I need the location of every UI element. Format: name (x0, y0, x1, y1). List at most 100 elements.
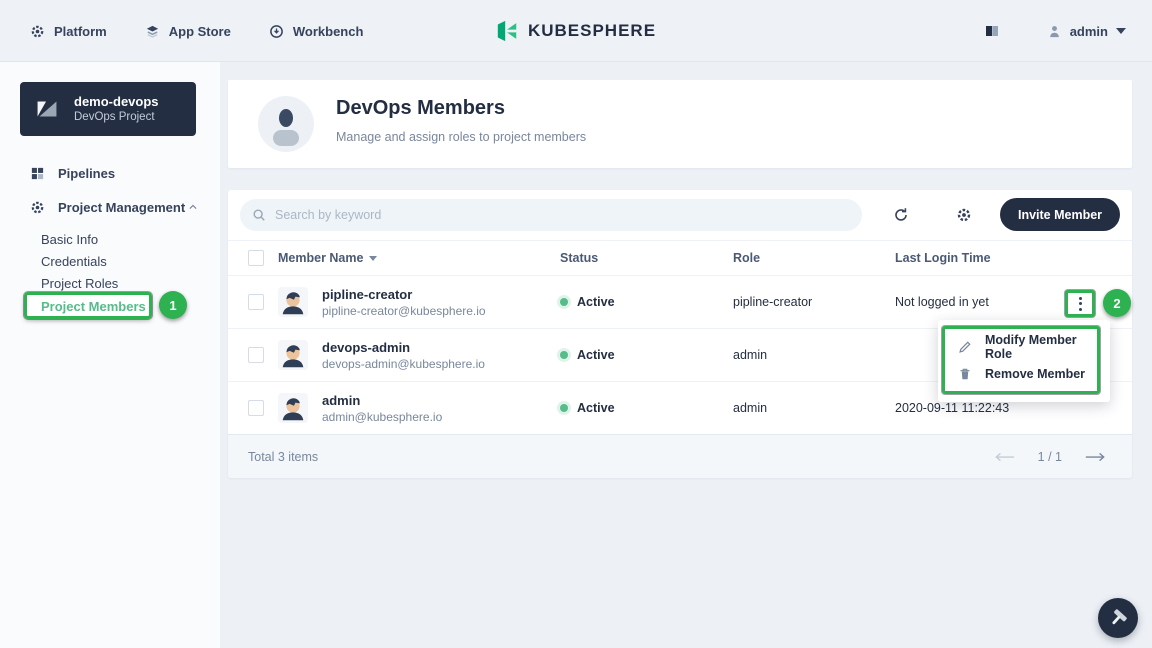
member-cell[interactable]: pipline-creator pipline-creator@kubesphe… (278, 286, 560, 319)
column-member-name[interactable]: Member Name (278, 251, 560, 265)
member-name: pipline-creator (322, 286, 486, 303)
member-cell[interactable]: admin admin@kubesphere.io (278, 392, 560, 425)
row-checkbox[interactable] (248, 400, 264, 416)
project-info: demo-devops DevOps Project (74, 93, 159, 125)
member-identity: admin admin@kubesphere.io (322, 392, 442, 425)
kubesphere-logo[interactable]: KUBESPHERE (496, 0, 656, 62)
subitem-label: Project Roles (41, 276, 118, 291)
member-name: admin (322, 392, 442, 409)
settings-gear-icon[interactable] (956, 207, 972, 223)
role-cell: admin (733, 348, 895, 362)
sidebar-subitem-credentials[interactable]: Credentials (0, 250, 220, 272)
avatar (278, 287, 308, 317)
row-checkbox[interactable] (248, 294, 264, 310)
toolbox-fab-button[interactable] (1098, 598, 1138, 638)
pipelines-icon (30, 166, 45, 181)
sort-caret-icon (369, 256, 377, 261)
avatar (278, 393, 308, 423)
role-cell: pipline-creator (733, 295, 895, 309)
gear-icon (30, 200, 45, 215)
top-nav-right: admin (983, 0, 1126, 62)
column-label: Role (733, 251, 760, 265)
top-nav-left: Platform App Store Workbench (30, 0, 363, 62)
nav-platform[interactable]: Platform (30, 24, 107, 39)
next-page-icon[interactable] (1084, 451, 1106, 463)
annotation-badge-2: 2 (1103, 289, 1131, 317)
toolbar: Invite Member (228, 190, 1132, 240)
row-actions-menu: Modify Member Role Remove Member (938, 320, 1110, 402)
status-badge: Active (577, 348, 615, 362)
sidebar-item-pipelines[interactable]: Pipelines (0, 160, 220, 186)
status-dot-icon (560, 404, 568, 412)
previous-page-icon[interactable] (994, 451, 1016, 463)
member-cell[interactable]: devops-admin devops-admin@kubesphere.io (278, 339, 560, 372)
sidebar-item-project-management[interactable]: Project Management (0, 194, 220, 220)
select-all-checkbox[interactable] (248, 250, 264, 266)
status-badge: Active (577, 401, 615, 415)
member-name: devops-admin (322, 339, 485, 356)
annotation-badge-1: 1 (159, 291, 187, 319)
subitem-label: Basic Info (41, 232, 98, 247)
sidebar-item-label: Pipelines (58, 166, 115, 181)
subitem-label: Credentials (41, 254, 107, 269)
project-type: DevOps Project (74, 110, 159, 125)
project-switcher[interactable]: demo-devops DevOps Project (20, 82, 196, 136)
member-email: devops-admin@kubesphere.io (322, 356, 485, 372)
pagination: 1 / 1 (994, 450, 1106, 464)
annotation-box-menu: Modify Member Role Remove Member (942, 326, 1100, 394)
page-indicator: 1 / 1 (1038, 450, 1062, 464)
page-header: DevOps Members Manage and assign roles t… (228, 80, 1132, 168)
table-footer: Total 3 items 1 / 1 (228, 434, 1132, 478)
nav-workbench[interactable]: Workbench (269, 24, 364, 39)
search-icon (252, 208, 266, 222)
status-badge: Active (577, 295, 615, 309)
column-label: Last Login Time (895, 251, 991, 265)
members-banner-icon (258, 96, 314, 152)
menu-item-remove-member[interactable]: Remove Member (945, 361, 1097, 387)
workbench-icon (269, 24, 284, 39)
invite-member-button[interactable]: Invite Member (1000, 198, 1120, 231)
user-icon (1047, 24, 1062, 39)
kubesphere-logo-icon (496, 19, 520, 43)
username: admin (1070, 24, 1108, 39)
project-name: demo-devops (74, 93, 159, 110)
sidebar-item-label: Project Management (58, 200, 185, 215)
hammer-icon (1107, 607, 1129, 629)
column-last-login: Last Login Time (895, 251, 1132, 265)
nav-app-store[interactable]: App Store (145, 24, 231, 39)
member-identity: devops-admin devops-admin@kubesphere.io (322, 339, 485, 372)
total-items-label: Total 3 items (248, 450, 318, 464)
user-menu[interactable]: admin (1047, 24, 1126, 39)
sidebar: demo-devops DevOps Project Pipelines Pro… (0, 62, 220, 648)
row-checkbox[interactable] (248, 347, 264, 363)
sidebar-subitem-basic-info[interactable]: Basic Info (0, 228, 220, 250)
role-cell: admin (733, 401, 895, 415)
sidebar-subitem-project-roles[interactable]: Project Roles (0, 272, 220, 294)
member-email: pipline-creator@kubesphere.io (322, 303, 486, 319)
column-role: Role (733, 251, 895, 265)
pencil-icon (958, 340, 972, 354)
gear-icon (30, 24, 45, 39)
search-input[interactable] (275, 208, 815, 222)
status-dot-icon (560, 351, 568, 359)
avatar (278, 340, 308, 370)
kebab-icon (1079, 297, 1082, 300)
refresh-icon[interactable] (893, 207, 909, 223)
member-email: admin@kubesphere.io (322, 409, 442, 425)
search-box[interactable] (240, 199, 862, 231)
menu-item-modify-member-role[interactable]: Modify Member Role (945, 334, 1097, 360)
menu-item-label: Remove Member (985, 367, 1085, 381)
status-cell: Active (560, 295, 733, 309)
devops-project-icon (30, 92, 64, 126)
chevron-down-icon (1116, 28, 1126, 34)
app-store-icon (145, 24, 160, 39)
member-identity: pipline-creator pipline-creator@kubesphe… (322, 286, 486, 319)
menu-item-label: Modify Member Role (985, 333, 1097, 361)
kebab-icon (1079, 308, 1082, 311)
docs-icon[interactable] (983, 23, 1001, 39)
kubesphere-logo-text: KUBESPHERE (528, 21, 656, 41)
column-status: Status (560, 251, 733, 265)
nav-workbench-label: Workbench (293, 24, 364, 39)
row-actions-kebab-button[interactable] (1065, 290, 1095, 317)
sidebar-subitem-project-members[interactable]: Project Members (0, 295, 220, 317)
